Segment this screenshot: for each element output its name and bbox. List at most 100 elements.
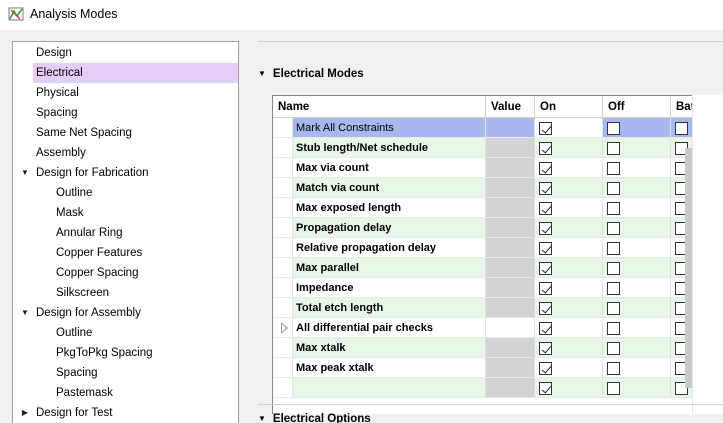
- constraint-name[interactable]: Stub length/Net schedule: [293, 138, 486, 158]
- constraint-name[interactable]: Max parallel: [293, 258, 486, 278]
- on-checkbox[interactable]: [539, 222, 552, 235]
- off-checkbox[interactable]: [607, 382, 620, 395]
- on-checkbox[interactable]: [539, 282, 552, 295]
- constraint-name[interactable]: Impedance: [293, 278, 486, 298]
- table-row[interactable]: Max peak xtalk: [273, 358, 693, 378]
- tree-item[interactable]: Copper Spacing: [53, 263, 238, 283]
- column-header[interactable]: Name: [273, 96, 486, 118]
- value-cell[interactable]: [486, 378, 535, 398]
- tree-item[interactable]: Design: [33, 43, 238, 63]
- tree-item[interactable]: PkgToPkg Spacing: [53, 343, 238, 363]
- value-cell[interactable]: [486, 278, 535, 298]
- constraint-name[interactable]: All differential pair checks: [293, 318, 486, 338]
- value-cell[interactable]: [486, 158, 535, 178]
- expand-arrow-icon[interactable]: [281, 322, 288, 334]
- table-row[interactable]: Max exposed length: [273, 198, 693, 218]
- tree-item[interactable]: Outline: [53, 183, 238, 203]
- on-checkbox[interactable]: [539, 182, 552, 195]
- value-cell[interactable]: [486, 218, 535, 238]
- value-cell[interactable]: [486, 138, 535, 158]
- expanded-arrow-icon[interactable]: ▼: [20, 303, 30, 323]
- off-checkbox[interactable]: [607, 362, 620, 375]
- constraint-name[interactable]: Relative propagation delay: [293, 238, 486, 258]
- constraint-name[interactable]: Mark All Constraints: [293, 118, 486, 138]
- on-checkbox[interactable]: [539, 262, 552, 275]
- constraint-name[interactable]: Max exposed length: [293, 198, 486, 218]
- on-checkbox[interactable]: [539, 302, 552, 315]
- table-row[interactable]: Match via count: [273, 178, 693, 198]
- constraint-name[interactable]: Match via count: [293, 178, 486, 198]
- tree-item[interactable]: Annular Ring: [53, 223, 238, 243]
- modes-grid[interactable]: Name Value On Off Bat Mark All Constraints Stu…: [272, 95, 723, 414]
- value-cell[interactable]: [486, 238, 535, 258]
- off-checkbox[interactable]: [607, 182, 620, 195]
- table-row[interactable]: Stub length/Net schedule: [273, 138, 693, 158]
- caret-down-icon[interactable]: ▼: [258, 414, 266, 423]
- table-row[interactable]: Mark All Constraints: [273, 118, 693, 138]
- column-header[interactable]: Bat: [671, 96, 693, 118]
- tree-item[interactable]: Spacing: [33, 103, 238, 123]
- off-checkbox[interactable]: [607, 222, 620, 235]
- off-checkbox[interactable]: [607, 302, 620, 315]
- electrical-modes-header[interactable]: ▼ Electrical Modes: [258, 68, 364, 80]
- constraint-name[interactable]: Max xtalk: [293, 338, 486, 358]
- on-checkbox[interactable]: [539, 382, 552, 395]
- constraint-name[interactable]: Max via count: [293, 158, 486, 178]
- column-header[interactable]: Value: [486, 96, 535, 118]
- off-checkbox[interactable]: [607, 122, 620, 135]
- column-header[interactable]: On: [535, 96, 603, 118]
- table-row[interactable]: Relative propagation delay: [273, 238, 693, 258]
- batch-checkbox[interactable]: [675, 122, 688, 135]
- tree-item[interactable]: Same Net Spacing: [33, 123, 238, 143]
- constraint-name[interactable]: Total etch length: [293, 298, 486, 318]
- table-row[interactable]: All differential pair checks: [273, 318, 693, 338]
- off-checkbox[interactable]: [607, 142, 620, 155]
- off-checkbox[interactable]: [607, 162, 620, 175]
- on-checkbox[interactable]: [539, 362, 552, 375]
- table-row[interactable]: Max via count: [273, 158, 693, 178]
- value-cell[interactable]: [486, 338, 535, 358]
- off-checkbox[interactable]: [607, 322, 620, 335]
- table-row[interactable]: Max parallel: [273, 258, 693, 278]
- value-cell[interactable]: [486, 358, 535, 378]
- tree-item[interactable]: Silkscreen: [53, 283, 238, 303]
- constraint-name[interactable]: Propagation delay: [293, 218, 486, 238]
- tree-item[interactable]: Outline: [53, 323, 238, 343]
- tree-item[interactable]: Design for Assembly: [33, 303, 238, 323]
- collapsed-arrow-icon[interactable]: ▶: [20, 403, 30, 423]
- table-row[interactable]: Propagation delay: [273, 218, 693, 238]
- on-checkbox[interactable]: [539, 342, 552, 355]
- value-cell[interactable]: [486, 118, 535, 138]
- on-checkbox[interactable]: [539, 202, 552, 215]
- expanded-arrow-icon[interactable]: ▼: [20, 163, 30, 183]
- tree-item[interactable]: Physical: [33, 83, 238, 103]
- tree-item[interactable]: Electrical: [33, 63, 238, 83]
- value-cell[interactable]: [486, 318, 535, 338]
- table-row[interactable]: [273, 378, 693, 398]
- value-cell[interactable]: [486, 198, 535, 218]
- value-cell[interactable]: [486, 298, 535, 318]
- grid-scrollbar-thumb[interactable]: [685, 148, 692, 388]
- off-checkbox[interactable]: [607, 202, 620, 215]
- tree-item[interactable]: Design for Fabrication: [33, 163, 238, 183]
- grid-scrollbar-track[interactable]: [692, 95, 723, 414]
- on-checkbox[interactable]: [539, 162, 552, 175]
- off-checkbox[interactable]: [607, 242, 620, 255]
- electrical-options-header[interactable]: ▼ Electrical Options: [258, 413, 371, 423]
- on-checkbox[interactable]: [539, 122, 552, 135]
- tree-item[interactable]: Copper Features: [53, 243, 238, 263]
- table-row[interactable]: Total etch length: [273, 298, 693, 318]
- on-checkbox[interactable]: [539, 322, 552, 335]
- off-checkbox[interactable]: [607, 282, 620, 295]
- table-row[interactable]: Impedance: [273, 278, 693, 298]
- off-checkbox[interactable]: [607, 262, 620, 275]
- table-row[interactable]: Max xtalk: [273, 338, 693, 358]
- constraint-name[interactable]: [293, 378, 486, 398]
- tree-item[interactable]: Design for Test: [33, 403, 238, 423]
- constraint-name[interactable]: Max peak xtalk: [293, 358, 486, 378]
- value-cell[interactable]: [486, 178, 535, 198]
- off-checkbox[interactable]: [607, 342, 620, 355]
- category-tree[interactable]: Design Electrical Physical Spacing Same Net …: [12, 41, 239, 423]
- tree-item[interactable]: Spacing: [53, 363, 238, 383]
- on-checkbox[interactable]: [539, 142, 552, 155]
